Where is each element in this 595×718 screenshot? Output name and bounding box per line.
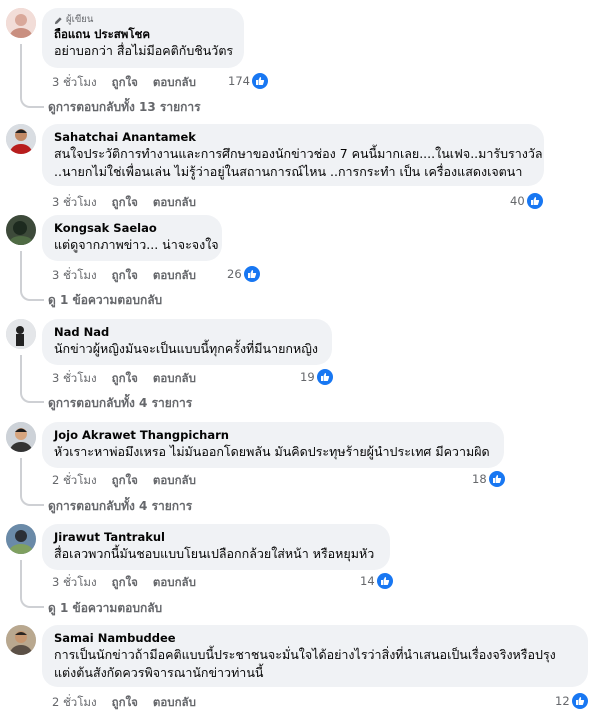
- like-button[interactable]: ถูกใจ: [112, 267, 138, 285]
- reaction-count[interactable]: 174: [228, 73, 268, 89]
- reply-button[interactable]: ตอบกลับ: [153, 694, 196, 712]
- comment-author[interactable]: Sahatchai Anantamek: [54, 130, 532, 145]
- comment-text: สื่อเลวพวกนี้มันชอบแบบโยนเปลือกกล้วยใส่ห…: [54, 546, 375, 561]
- view-replies-link[interactable]: ดู 1 ข้อความตอบกลับ: [48, 599, 162, 618]
- comment-actions: 2 ชั่วโมง ถูกใจ ตอบกลับ: [52, 694, 196, 712]
- view-replies-link[interactable]: ดูการตอบกลับทั้ง 4 รายการ: [48, 394, 192, 413]
- comment-author[interactable]: ถือแถน ประสพโชค: [54, 27, 232, 42]
- reaction-count[interactable]: 19: [300, 369, 333, 385]
- reply-button[interactable]: ตอบกลับ: [153, 194, 196, 212]
- like-button[interactable]: ถูกใจ: [112, 194, 138, 212]
- reply-button[interactable]: ตอบกลับ: [153, 574, 196, 592]
- comment-text: แต่งต้นสังกัดควรพิจารณานักข่าวท่านนี้: [54, 665, 264, 680]
- avatar[interactable]: [6, 8, 36, 38]
- comment-text: นักข่าวผู้หญิงมันจะเป็นแบบนี้ทุกครั้งที่…: [54, 341, 318, 356]
- reply-thread-line: [20, 458, 44, 506]
- comment-author[interactable]: Kongsak Saelao: [54, 221, 210, 236]
- comment-author[interactable]: Jirawut Tantrakul: [54, 530, 378, 545]
- reaction-count[interactable]: 18: [472, 471, 505, 487]
- like-count: 19: [300, 370, 315, 384]
- like-count: 14: [360, 574, 375, 588]
- comment-time[interactable]: 3 ชั่วโมง: [52, 194, 97, 212]
- like-button[interactable]: ถูกใจ: [112, 574, 138, 592]
- comment-author[interactable]: Jojo Akrawet Thangpicharn: [54, 428, 492, 443]
- pencil-icon: [54, 16, 62, 24]
- comment-bubble: Nad Nad นักข่าวผู้หญิงมันจะเป็นแบบนี้ทุก…: [42, 319, 332, 365]
- reply-button[interactable]: ตอบกลับ: [153, 74, 196, 92]
- avatar[interactable]: [6, 422, 36, 452]
- like-button[interactable]: ถูกใจ: [112, 370, 138, 388]
- comment-time[interactable]: 3 ชั่วโมง: [52, 267, 97, 285]
- comment-text: การเป็นนักข่าวถ้ามีอคติแบบนี้ประชาชนจะมั…: [54, 647, 556, 662]
- comment-text: อย่าบอกว่า สื่อไม่มีอคติกับชินวัตร: [54, 43, 234, 58]
- reply-thread-line: [20, 44, 44, 108]
- comment-author[interactable]: Nad Nad: [54, 325, 320, 340]
- avatar[interactable]: [6, 215, 36, 245]
- comment-time[interactable]: 3 ชั่วโมง: [52, 574, 97, 592]
- avatar[interactable]: [6, 319, 36, 349]
- comment-time[interactable]: 2 ชั่วโมง: [52, 694, 97, 712]
- comment-bubble: Jirawut Tantrakul สื่อเลวพวกนี้มันชอบแบบ…: [42, 524, 390, 570]
- reaction-count[interactable]: 12: [555, 693, 588, 709]
- comment-actions: 3 ชั่วโมง ถูกใจ ตอบกลับ: [52, 194, 196, 212]
- like-icon: [571, 693, 588, 709]
- reply-button[interactable]: ตอบกลับ: [153, 370, 196, 388]
- like-button[interactable]: ถูกใจ: [112, 74, 138, 92]
- comment-text: ..นายกไม่ใช่เพื่อนเล่น ไม่รู้ว่าอยู่ในสถ…: [54, 164, 523, 179]
- comment-bubble: Sahatchai Anantamek สนใจประวัติการทำงานแ…: [42, 124, 544, 186]
- reply-button[interactable]: ตอบกลับ: [153, 267, 196, 285]
- comment-actions: 3 ชั่วโมง ถูกใจ ตอบกลับ: [52, 370, 196, 388]
- reply-thread-line: [20, 560, 44, 608]
- like-icon: [376, 573, 393, 589]
- author-badge: ผู้เขียน: [54, 14, 232, 26]
- comment-bubble: Samai Nambuddee การเป็นนักข่าวถ้ามีอคติแ…: [42, 625, 588, 687]
- reaction-count[interactable]: 14: [360, 573, 393, 589]
- like-icon: [526, 193, 543, 209]
- like-button[interactable]: ถูกใจ: [112, 694, 138, 712]
- reaction-count[interactable]: 26: [227, 266, 260, 282]
- like-count: 40: [510, 194, 525, 208]
- comment-bubble: ผู้เขียน ถือแถน ประสพโชค อย่าบอกว่า สื่อ…: [42, 8, 244, 68]
- like-icon: [243, 266, 260, 282]
- comment-actions: 3 ชั่วโมง ถูกใจ ตอบกลับ: [52, 74, 196, 92]
- comment-text: สนใจประวัติการทำงานและการศึกษาของนักข่าว…: [54, 146, 543, 161]
- like-count: 26: [227, 267, 242, 281]
- avatar[interactable]: [6, 524, 36, 554]
- comment-actions: 3 ชั่วโมง ถูกใจ ตอบกลับ: [52, 267, 196, 285]
- reply-thread-line: [20, 355, 44, 403]
- comment-bubble: Kongsak Saelao แต่ดูจากภาพข่าว... น่าจะจ…: [42, 215, 222, 261]
- comment-text: แต่ดูจากภาพข่าว... น่าจะจงใจ: [54, 237, 219, 252]
- like-button[interactable]: ถูกใจ: [112, 472, 138, 490]
- comment-time[interactable]: 3 ชั่วโมง: [52, 370, 97, 388]
- avatar[interactable]: [6, 124, 36, 154]
- comment-time[interactable]: 3 ชั่วโมง: [52, 74, 97, 92]
- view-replies-link[interactable]: ดู 1 ข้อความตอบกลับ: [48, 291, 162, 310]
- author-badge-label: ผู้เขียน: [66, 14, 94, 25]
- reaction-count[interactable]: 40: [510, 193, 543, 209]
- comment-text: หัวเราะหาพ่อมึงเหรอ ไม่มันออกโดยพลัน มัน…: [54, 444, 490, 459]
- like-count: 174: [228, 74, 250, 88]
- view-replies-link[interactable]: ดูการตอบกลับทั้ง 13 รายการ: [48, 98, 201, 117]
- like-icon: [488, 471, 505, 487]
- avatar[interactable]: [6, 625, 36, 655]
- reply-thread-line: [20, 251, 44, 301]
- view-replies-link[interactable]: ดูการตอบกลับทั้ง 4 รายการ: [48, 497, 192, 516]
- reply-button[interactable]: ตอบกลับ: [153, 472, 196, 490]
- comment-actions: 3 ชั่วโมง ถูกใจ ตอบกลับ: [52, 574, 196, 592]
- like-count: 12: [555, 694, 570, 708]
- comment-author[interactable]: Samai Nambuddee: [54, 631, 576, 646]
- like-count: 18: [472, 472, 487, 486]
- comment-time[interactable]: 2 ชั่วโมง: [52, 472, 97, 490]
- comment-actions: 2 ชั่วโมง ถูกใจ ตอบกลับ: [52, 472, 196, 490]
- like-icon: [251, 73, 268, 89]
- comment-bubble: Jojo Akrawet Thangpicharn หัวเราะหาพ่อมึ…: [42, 422, 504, 468]
- like-icon: [316, 369, 333, 385]
